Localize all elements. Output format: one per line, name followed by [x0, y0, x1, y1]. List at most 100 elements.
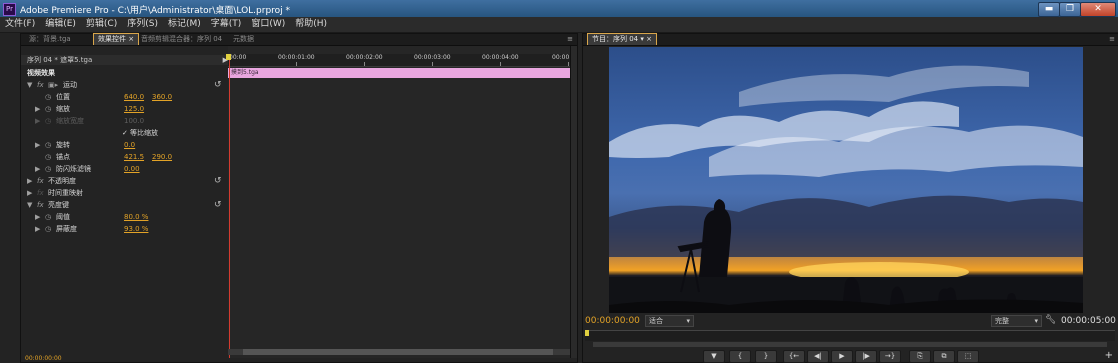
collapse-triangle-icon[interactable]: ▼ [27, 79, 32, 91]
zoom-level-dropdown[interactable]: 适合 ▾ [645, 315, 694, 327]
video-frame[interactable] [609, 47, 1083, 313]
anchor-x-value[interactable]: 421.5 [124, 151, 144, 163]
luma-key-row[interactable]: ▼ fx 亮度键 ↺ [21, 199, 226, 211]
zoom-scrollbar[interactable] [593, 342, 1107, 347]
expand-triangle-icon[interactable]: ▶ [27, 175, 32, 187]
menu-title[interactable]: 字幕(T) [206, 17, 247, 32]
menu-file[interactable]: 文件(F) [0, 17, 40, 32]
expand-triangle-icon: ▶ [35, 117, 41, 125]
ruler-tick [568, 62, 569, 66]
program-monitor-panel: 节目：序列 04 ▾ × ≡ 00:00:00:00 适合 ▾ 完整 ▾ 🔧︎ … [582, 33, 1118, 363]
stopwatch-icon[interactable]: ◷ [45, 223, 51, 235]
window-title: Adobe Premiere Pro - C:\用户\Administrator… [20, 6, 291, 16]
playhead-handle[interactable] [226, 54, 231, 60]
tab-source[interactable]: 源：背景.tga [25, 34, 75, 45]
cutoff-value[interactable]: 93.0 % [124, 223, 148, 235]
extract-button[interactable]: ⧉ [933, 350, 955, 363]
opacity-row[interactable]: ▶ fx 不透明度 ↺ [21, 175, 226, 187]
menu-help[interactable]: 帮助(H) [290, 17, 332, 32]
go-to-out-button[interactable]: →} [879, 350, 901, 363]
motion-row[interactable]: ▼ fx ▣▸ 运动 ↺ [21, 79, 226, 91]
playhead-line[interactable] [229, 54, 230, 358]
stopwatch-icon[interactable]: ◷ [45, 211, 51, 223]
anti-flicker-value[interactable]: 0.00 [124, 163, 140, 175]
menu-clip[interactable]: 剪辑(C) [81, 17, 122, 32]
clip-bar[interactable]: 摸到5.tga [228, 68, 570, 78]
menu-marker[interactable]: 标记(M) [163, 17, 206, 32]
step-forward-button[interactable]: |▶ [855, 350, 877, 363]
panel-menu-icon[interactable]: ≡ [567, 34, 573, 45]
go-to-in-button[interactable]: {← [783, 350, 805, 363]
scale-width-row: ▶ ◷ 缩放宽度 100.0 [21, 115, 226, 127]
ruler-tick [432, 62, 433, 66]
program-mini-timeline[interactable] [585, 330, 1115, 341]
playhead-handle[interactable] [585, 330, 589, 336]
effect-controls-timeline[interactable]: 00:00 00:00:01:00 00:00:02:00 00:00:03:0… [226, 46, 570, 358]
ruler-label: 00:00:04:00 [482, 54, 519, 61]
step-back-button[interactable]: ◀| [807, 350, 829, 363]
menu-sequence[interactable]: 序列(S) [122, 17, 163, 32]
reset-icon[interactable]: ↺ [214, 175, 222, 187]
position-x-value[interactable]: 640.0 [124, 91, 144, 103]
time-ruler[interactable]: 00:00 00:00:01:00 00:00:02:00 00:00:03:0… [228, 54, 570, 67]
mark-in-button[interactable]: { [729, 350, 751, 363]
panel-menu-icon[interactable]: ≡ [1109, 34, 1115, 45]
rotation-value[interactable]: 0.0 [124, 139, 135, 151]
export-frame-button[interactable]: ⬚ [957, 350, 979, 363]
position-y-value[interactable]: 360.0 [152, 91, 172, 103]
rotation-row: ▶ ◷ 旋转 0.0 [21, 139, 226, 151]
close-button[interactable]: ✕ [1080, 2, 1116, 17]
reset-icon[interactable]: ↺ [214, 199, 222, 211]
expand-triangle-icon[interactable]: ▶ [35, 211, 40, 223]
tab-audio-clip-mixer[interactable]: 音频剪辑混合器：序列 04 [137, 34, 226, 45]
motion-transform-icon[interactable]: ▣▸ [48, 79, 58, 91]
ruler-label: 00:00:01:00 [278, 54, 315, 61]
vertical-scrollbar[interactable] [570, 46, 577, 358]
collapse-triangle-icon[interactable]: ▼ [27, 199, 32, 211]
uniform-scale-checkbox-icon[interactable]: ✓ [122, 127, 128, 139]
time-remap-row[interactable]: ▶ fx 时间重映射 [21, 187, 226, 199]
tab-effect-controls[interactable]: 效果控件 × [93, 33, 140, 45]
position-label: 位置 [56, 93, 70, 101]
expand-triangle-icon[interactable]: ▶ [35, 163, 40, 175]
fx-icon[interactable]: fx [37, 199, 44, 211]
playback-resolution-value: 完整 [995, 317, 1009, 325]
motion-label: 运动 [63, 81, 77, 89]
menu-window[interactable]: 窗口(W) [246, 17, 290, 32]
button-editor-plus-button[interactable]: + [1105, 350, 1113, 361]
luma-key-label: 亮度键 [48, 201, 69, 209]
tab-program[interactable]: 节目：序列 04 ▾ × [587, 33, 657, 45]
tab-metadata[interactable]: 元数据 [229, 34, 258, 45]
stopwatch-icon[interactable]: ◷ [45, 103, 51, 115]
stopwatch-icon[interactable]: ◷ [45, 91, 51, 103]
playback-resolution-dropdown[interactable]: 完整 ▾ [991, 315, 1042, 327]
anchor-y-value[interactable]: 290.0 [152, 151, 172, 163]
add-marker-button[interactable]: ▼ [703, 350, 725, 363]
fx-icon[interactable]: fx [37, 79, 44, 91]
wrench-icon[interactable]: 🔧︎ [1045, 315, 1056, 325]
scale-value[interactable]: 125.0 [124, 103, 144, 115]
lift-button[interactable]: ⎘ [909, 350, 931, 363]
stopwatch-icon[interactable]: ◷ [45, 151, 51, 163]
minimize-button[interactable]: ▬ [1038, 2, 1060, 17]
expand-triangle-icon[interactable]: ▶ [35, 139, 40, 151]
sunset-silhouette-image [609, 65, 1083, 313]
scale-width-value: 100.0 [124, 117, 145, 125]
menu-edit[interactable]: 编辑(E) [40, 17, 81, 32]
threshold-value[interactable]: 80.0 % [124, 211, 148, 223]
play-button[interactable]: ▶ [831, 350, 853, 363]
expand-triangle-icon[interactable]: ▶ [35, 103, 40, 115]
maximize-button[interactable]: ❐ [1059, 2, 1081, 17]
fx-icon: fx [37, 189, 44, 197]
stopwatch-icon[interactable]: ◷ [45, 139, 51, 151]
stopwatch-icon[interactable]: ◷ [45, 163, 51, 175]
uniform-scale-label[interactable]: 等比缩放 [130, 127, 158, 139]
reset-icon[interactable]: ↺ [214, 79, 222, 91]
mark-out-button[interactable]: } [755, 350, 777, 363]
sequence-clip-header: 序列 04 * 遮罩5.tga ▶ [21, 55, 232, 65]
current-timecode[interactable]: 00:00:00:00 [585, 316, 640, 326]
expand-triangle-icon[interactable]: ▶ [35, 223, 40, 235]
zoom-level-value: 适合 [649, 317, 663, 325]
expand-triangle-icon[interactable]: ▶ [27, 187, 32, 199]
fx-icon[interactable]: fx [37, 175, 44, 187]
